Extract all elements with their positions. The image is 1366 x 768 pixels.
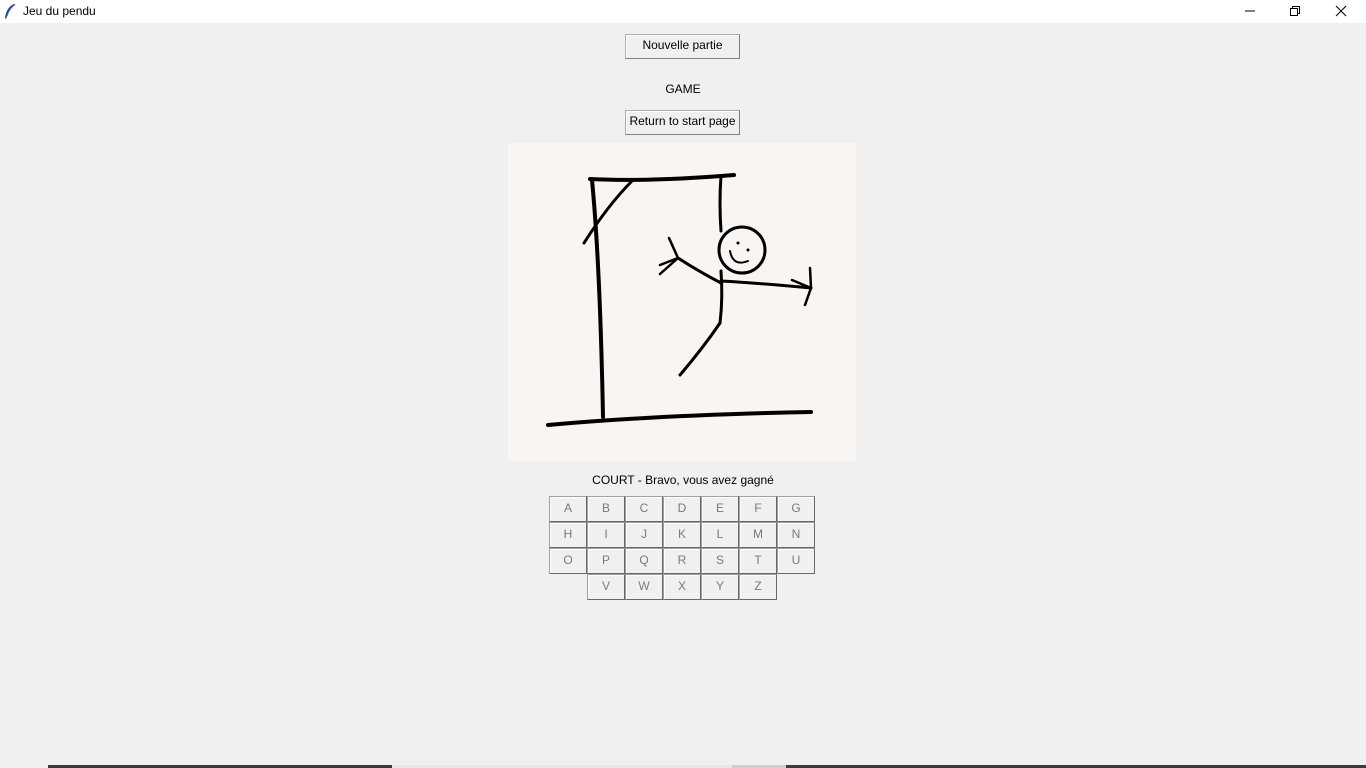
window-title: Jeu du pendu [23,4,96,18]
key-n[interactable]: N [777,522,815,548]
hangman-drawing [508,143,856,461]
key-p[interactable]: P [587,548,625,574]
key-a[interactable]: A [549,496,587,522]
stickman-body [718,269,724,325]
feather-icon [5,3,16,19]
new-game-button[interactable]: Nouvelle partie [625,34,740,59]
minimize-icon [1245,10,1255,12]
return-to-start-button[interactable]: Return to start page [625,110,740,135]
key-d[interactable]: D [663,496,701,522]
key-l[interactable]: L [701,522,739,548]
stickman-head [717,225,767,275]
key-w[interactable]: W [625,574,663,600]
minimize-button[interactable] [1227,0,1273,23]
key-u[interactable]: U [777,548,815,574]
result-message: COURT - Bravo, vous avez gagné [592,473,774,487]
hangman-svg [546,173,813,427]
stickman-eye [736,241,740,245]
letter-keyboard: ABCDEFG HIJKLMN OPQRSTU VWXYZ [549,496,817,600]
restore-icon [1290,6,1300,16]
stickman-left-arm [676,256,723,285]
app-window: Jeu du pendu Nouvelle partie GAME Return… [0,0,1366,768]
key-c[interactable]: C [625,496,663,522]
close-button[interactable] [1318,0,1364,23]
key-x[interactable]: X [663,574,701,600]
key-h[interactable]: H [549,522,587,548]
key-v[interactable]: V [587,574,625,600]
close-icon [1335,5,1347,17]
maximize-button[interactable] [1272,0,1318,23]
key-f[interactable]: F [739,496,777,522]
key-e[interactable]: E [701,496,739,522]
stickman-smile [729,250,749,264]
stickman-eye [746,248,750,252]
key-o[interactable]: O [549,548,587,574]
key-j[interactable]: J [625,522,663,548]
key-q[interactable]: Q [625,548,663,574]
key-z[interactable]: Z [739,574,777,600]
key-m[interactable]: M [739,522,777,548]
key-i[interactable]: I [587,522,625,548]
stickman-left-hand [658,236,680,276]
stickman-leg [678,321,722,377]
game-label: GAME [665,82,701,96]
key-t[interactable]: T [739,548,777,574]
key-b[interactable]: B [587,496,625,522]
title-bar[interactable]: Jeu du pendu [0,0,1366,23]
key-y[interactable]: Y [701,574,739,600]
key-s[interactable]: S [701,548,739,574]
key-r[interactable]: R [663,548,701,574]
key-g[interactable]: G [777,496,815,522]
gallows-beam [588,173,736,182]
gallows-base [546,410,813,427]
key-k[interactable]: K [663,522,701,548]
rope [718,174,723,233]
